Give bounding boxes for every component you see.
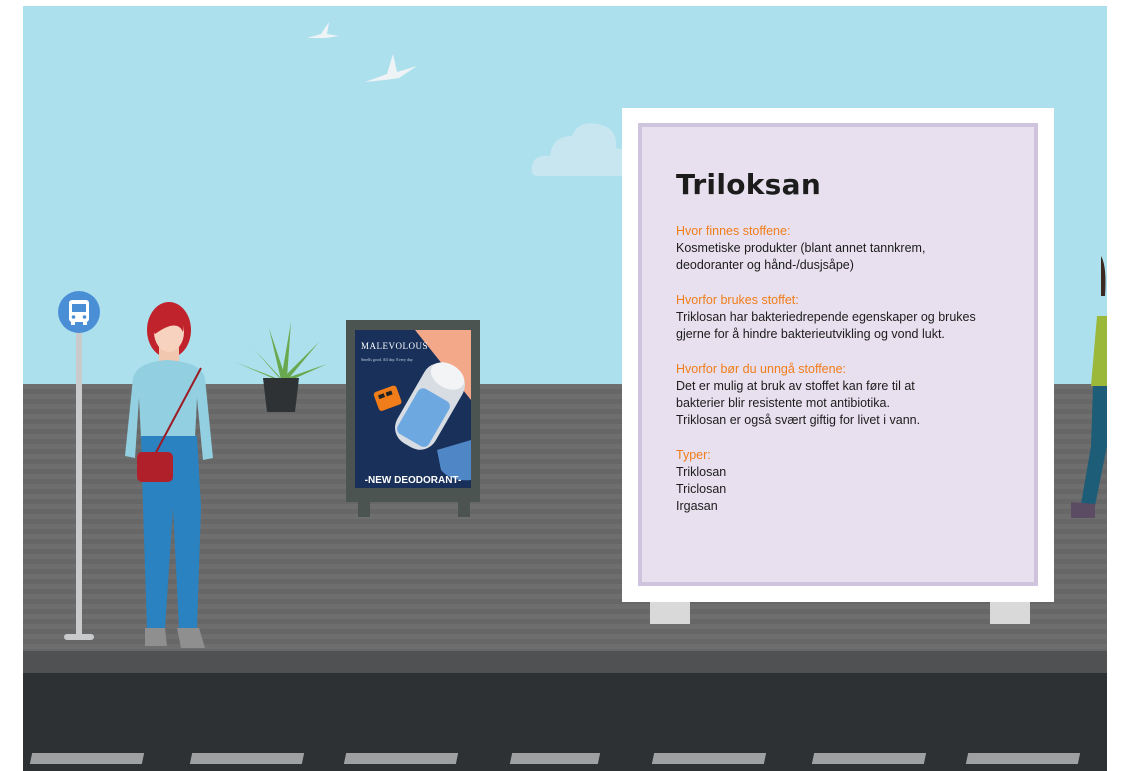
section-heading: Hvor finnes stoffene: (676, 224, 791, 238)
section-text: Det er mulig at bruk av stoffet kan føre… (676, 379, 921, 427)
section-heading: Typer: (676, 448, 711, 462)
lane-marking (343, 753, 459, 764)
lane-marking (965, 753, 1081, 764)
bird (307, 22, 339, 38)
lane-marking (29, 753, 145, 764)
lane-marking (651, 753, 767, 764)
board-leg (650, 602, 690, 624)
bus-stop-base (64, 634, 94, 640)
bus-icon (58, 291, 100, 333)
section-text: Triklosan har bakteriedrepende egenskape… (676, 310, 976, 341)
board-leg (990, 602, 1030, 624)
woman-character[interactable] (115, 298, 225, 658)
section-heading: Hvorfor brukes stoffet: (676, 293, 799, 307)
info-board-content: Triloksan Hvor finnes stoffene: Kosmetis… (676, 168, 1016, 533)
bus-stop-pole (76, 326, 82, 638)
section-text: Triklosan Triclosan Irgasan (676, 465, 727, 513)
board-title: Triloksan (676, 168, 822, 201)
game-scene: MALEVOLOUS Smells good. All day. Every d… (23, 6, 1107, 771)
lane-marking (811, 753, 927, 764)
section-heading: Hvorfor bør du unngå stoffene: (676, 362, 847, 376)
poster-ad (355, 330, 471, 488)
poster-cta: -NEW DEODORANT- (364, 475, 462, 486)
bird (365, 54, 417, 82)
lane-marking (509, 753, 601, 764)
poster-leg (458, 502, 470, 517)
poster-tagline: Smells good. All day. Every day. (361, 357, 414, 362)
poster-leg (358, 502, 370, 517)
lane-marking (189, 753, 305, 764)
walking-character[interactable] (1067, 256, 1107, 526)
board-section: Hvorfor bør du unngå stoffene: Det er mu… (676, 361, 1016, 429)
board-section: Hvorfor brukes stoffet: Triklosan har ba… (676, 292, 1016, 343)
board-section: Typer: Triklosan Triclosan Irgasan (676, 447, 1016, 515)
section-text: Kosmetiske produkter (blant annet tannkr… (676, 241, 926, 272)
board-section: Hvor finnes stoffene: Kosmetiske produkt… (676, 223, 1016, 274)
potted-plant (235, 322, 327, 412)
poster-brand: MALEVOLOUS (361, 341, 428, 351)
